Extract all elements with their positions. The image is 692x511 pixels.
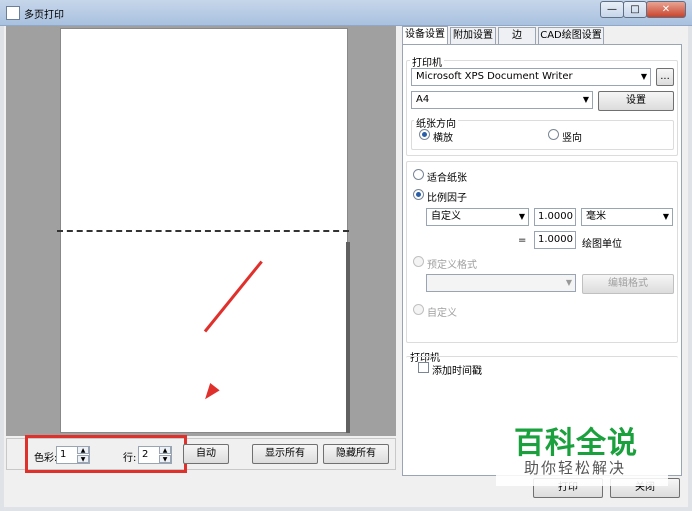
printer-select[interactable]: Microsoft XPS Document Writer ▼ xyxy=(411,68,651,86)
app-icon xyxy=(6,6,20,20)
landscape-label: 横放 xyxy=(433,133,453,144)
tab-device-settings[interactable]: 设备设置 xyxy=(402,26,448,45)
tab-additional-settings[interactable]: 附加设置 xyxy=(450,27,496,44)
auto-button[interactable]: 自动 xyxy=(183,444,229,464)
minimize-button[interactable]: — xyxy=(600,1,624,18)
printer-settings-button[interactable]: 设置 xyxy=(598,91,674,111)
fit-paper-label: 适合纸张 xyxy=(427,173,467,184)
scale-factor-label: 比例因子 xyxy=(427,193,467,204)
printer-more-button[interactable]: ... xyxy=(656,68,674,86)
watermark-title: 百科全说 xyxy=(514,426,638,461)
add-timestamp-label: 添加时间戳 xyxy=(432,366,482,377)
predefined-format-label: 预定义格式 xyxy=(427,260,477,271)
portrait-label: 竖向 xyxy=(562,133,582,144)
close-window-button[interactable]: ✕ xyxy=(646,1,686,18)
predefined-format-select[interactable]: ▼ xyxy=(426,274,576,292)
watermark-subtitle: 助你轻松解决 xyxy=(524,459,627,477)
preview-page-shadow xyxy=(346,242,350,433)
custom-label: 自定义 xyxy=(427,308,457,319)
page-break-line xyxy=(57,230,349,232)
edit-format-button[interactable]: 编辑格式 xyxy=(582,274,674,294)
orientation-title: 纸张方向 xyxy=(414,115,458,130)
tab-cad-settings[interactable]: CAD绘图设置 xyxy=(538,27,604,44)
landscape-radio[interactable] xyxy=(419,129,430,140)
add-timestamp-checkbox[interactable] xyxy=(418,362,429,373)
chevron-down-icon: ▼ xyxy=(582,95,589,104)
hide-all-button[interactable]: 隐藏所有 xyxy=(323,444,389,464)
annotation-highlight-box xyxy=(25,435,187,473)
drawing-unit-input[interactable]: 1.0000 xyxy=(534,231,576,249)
paper-size-value: A4 xyxy=(416,94,430,105)
portrait-radio[interactable] xyxy=(548,129,559,140)
chevron-down-icon: ▼ xyxy=(640,72,647,81)
custom-radio[interactable] xyxy=(413,304,424,315)
scale-preset-select[interactable]: 自定义 ▼ xyxy=(426,208,529,226)
drawing-unit-label: 绘图单位 xyxy=(582,239,622,250)
printer-select-value: Microsoft XPS Document Writer xyxy=(416,71,573,82)
printer-group-title: 打印机 xyxy=(410,54,444,69)
chevron-down-icon: ▼ xyxy=(662,212,669,221)
fit-paper-radio[interactable] xyxy=(413,169,424,180)
title-bar xyxy=(0,0,692,26)
window-title: 多页打印 xyxy=(24,10,64,21)
paper-size-select[interactable]: A4 ▼ xyxy=(411,91,593,109)
tab-margins[interactable]: 边 xyxy=(498,27,536,44)
scale-preset-value: 自定义 xyxy=(431,211,461,222)
unit-select[interactable]: 毫米 ▼ xyxy=(581,208,673,226)
unit-value: 毫米 xyxy=(586,211,606,222)
show-all-button[interactable]: 显示所有 xyxy=(252,444,318,464)
maximize-button[interactable]: □ xyxy=(623,1,647,18)
predefined-format-radio[interactable] xyxy=(413,256,424,267)
equals-sign: = xyxy=(518,235,527,246)
scale-factor-radio[interactable] xyxy=(413,189,424,200)
chevron-down-icon: ▼ xyxy=(565,278,572,287)
chevron-down-icon: ▼ xyxy=(518,212,525,221)
scale-value-input[interactable]: 1.0000 xyxy=(534,208,576,226)
